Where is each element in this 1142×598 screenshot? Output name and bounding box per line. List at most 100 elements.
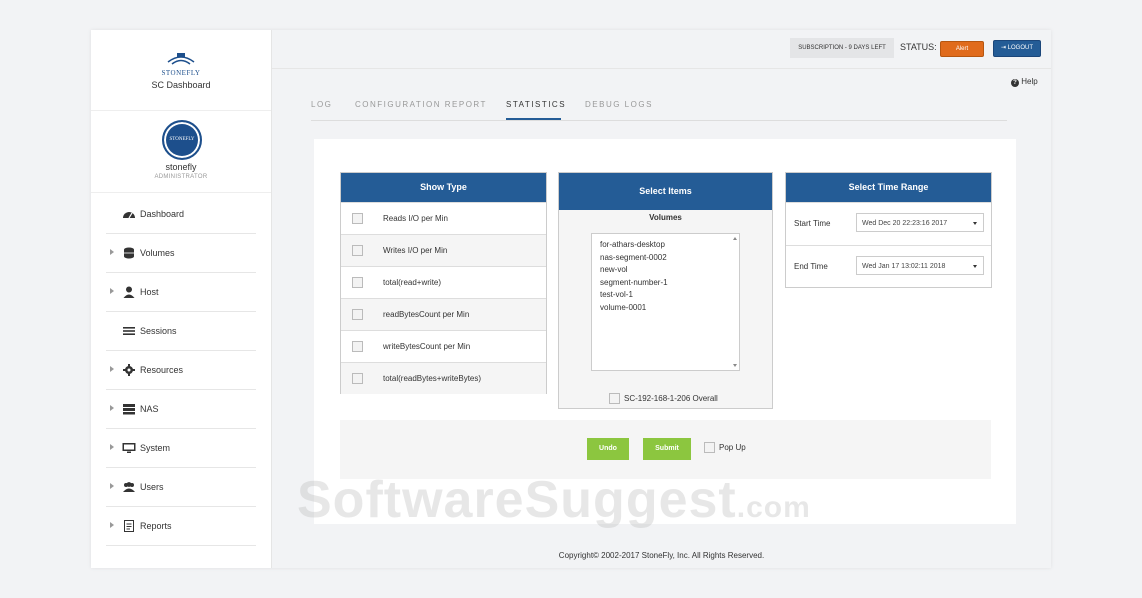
show-type-option[interactable]: Writes I/O per Min: [341, 234, 546, 266]
volume-option[interactable]: new-vol: [592, 264, 739, 277]
sidebar-item-resources[interactable]: Resources: [106, 351, 256, 390]
sidebar-item-volumes[interactable]: Volumes: [106, 234, 256, 273]
volumes-listbox[interactable]: for-athars-desktop nas-segment-0002 new-…: [591, 233, 740, 371]
end-time-label: End Time: [794, 262, 828, 271]
sidebar-item-sessions[interactable]: Sessions: [106, 312, 256, 351]
checkbox[interactable]: [352, 277, 363, 288]
checkbox[interactable]: [352, 373, 363, 384]
watermark: SoftwareSuggest.com: [297, 470, 811, 530]
show-type-option[interactable]: Reads I/O per Min: [341, 202, 546, 234]
sidebar-item-label: Users: [140, 482, 164, 492]
tab-debug-logs[interactable]: DEBUG LOGS: [585, 100, 653, 109]
submit-button[interactable]: Submit: [643, 438, 691, 460]
status-label: STATUS:: [900, 42, 937, 52]
sidebar-item-users[interactable]: Users: [106, 468, 256, 507]
show-type-list: Reads I/O per Min Writes I/O per Min tot…: [341, 202, 546, 394]
sidebar-item-label: Reports: [140, 521, 172, 531]
expand-arrow-icon[interactable]: [110, 405, 114, 411]
time-range-card: Select Time Range Start Time Wed Dec 20 …: [785, 172, 992, 288]
sidebar-item-reports[interactable]: Reports: [106, 507, 256, 546]
time-range-header: Select Time Range: [786, 173, 991, 202]
scroll-up-icon[interactable]: [733, 237, 737, 240]
expand-arrow-icon[interactable]: [110, 288, 114, 294]
popup-option[interactable]: Pop Up: [704, 442, 746, 453]
checkbox[interactable]: [352, 213, 363, 224]
sidebar: STONEFLY SC Dashboard STONEFLY stonefly …: [91, 30, 272, 568]
option-label: readBytesCount per Min: [383, 310, 470, 319]
sidebar-item-system[interactable]: System: [106, 429, 256, 468]
dashboard-icon: [123, 212, 135, 219]
show-type-option[interactable]: total(read+write): [341, 266, 546, 298]
select-items-card: Select Items Volumes for-athars-desktop …: [558, 172, 773, 409]
start-time-row: Start Time Wed Dec 20 22:23:16 2017: [786, 202, 991, 245]
user-icon: [123, 286, 135, 298]
checkbox[interactable]: [609, 393, 620, 404]
sidebar-item-label: Volumes: [140, 248, 175, 258]
option-label: writeBytesCount per Min: [383, 342, 471, 351]
expand-arrow-icon[interactable]: [110, 444, 114, 450]
scroll-down-icon[interactable]: [733, 364, 737, 367]
option-label: Reads I/O per Min: [383, 214, 448, 223]
logout-button[interactable]: ⇥ LOGOUT: [993, 40, 1041, 57]
show-type-option[interactable]: total(readBytes+writeBytes): [341, 362, 546, 394]
tab-statistics[interactable]: STATISTICS: [506, 100, 566, 109]
checkbox[interactable]: [352, 245, 363, 256]
end-time-row: End Time Wed Jan 17 13:02:11 2018: [786, 245, 991, 288]
sidebar-item-host[interactable]: Host: [106, 273, 256, 312]
undo-button[interactable]: Undo: [587, 438, 629, 460]
sidebar-item-label: System: [140, 443, 171, 453]
volumes-subheader: Volumes: [649, 213, 682, 222]
help-link[interactable]: ? Help: [1011, 77, 1038, 87]
logout-label: LOGOUT: [1007, 45, 1034, 51]
volume-option[interactable]: volume-0001: [592, 302, 739, 315]
checkbox[interactable]: [352, 341, 363, 352]
show-type-option[interactable]: writeBytesCount per Min: [341, 330, 546, 362]
start-time-label: Start Time: [794, 219, 831, 228]
sidebar-item-label: Dashboard: [140, 209, 185, 219]
monitor-icon: [122, 443, 136, 453]
option-label: total(readBytes+writeBytes): [383, 374, 482, 383]
watermark-text: SoftwareSuggest: [297, 471, 737, 529]
checkbox[interactable]: [352, 309, 363, 320]
expand-arrow-icon[interactable]: [110, 366, 114, 372]
checkbox[interactable]: [704, 442, 715, 453]
overall-label: SC-192-168-1-206 Overall: [624, 394, 718, 403]
help-label: Help: [1021, 77, 1038, 86]
server-icon: [123, 404, 135, 415]
tab-configuration-report[interactable]: CONFIGURATION REPORT: [355, 100, 487, 109]
sidebar-item-label: Host: [140, 287, 159, 297]
question-circle-icon: ?: [1011, 79, 1019, 87]
end-time-select[interactable]: Wed Jan 17 13:02:11 2018: [856, 256, 984, 275]
user-name: stonefly: [165, 162, 197, 172]
sidebar-item-dashboard[interactable]: Dashboard: [106, 195, 256, 234]
show-type-card: Show Type Reads I/O per Min Writes I/O p…: [340, 172, 547, 394]
avatar[interactable]: STONEFLY: [162, 120, 202, 160]
report-icon: [124, 520, 134, 532]
expand-arrow-icon[interactable]: [110, 249, 114, 255]
sidebar-item-label: Resources: [140, 365, 184, 375]
chevron-down-icon: [973, 265, 977, 268]
alert-button[interactable]: Alert: [940, 41, 984, 57]
footer-copyright: Copyright© 2002-2017 StoneFly, Inc. All …: [558, 551, 765, 560]
show-type-header: Show Type: [341, 173, 546, 202]
expand-arrow-icon[interactable]: [110, 483, 114, 489]
active-tab-indicator: [506, 118, 561, 120]
start-time-value: Wed Dec 20 22:23:16 2017: [862, 220, 948, 227]
volume-option[interactable]: segment-number-1: [592, 277, 739, 290]
overall-option[interactable]: SC-192-168-1-206 Overall: [609, 393, 718, 404]
volume-option[interactable]: test-vol-1: [592, 289, 739, 302]
watermark-suffix: .com: [736, 491, 811, 524]
brand-title: SC Dashboard: [151, 80, 211, 90]
volume-option[interactable]: for-athars-desktop: [592, 239, 739, 252]
tab-log[interactable]: LOG: [311, 100, 332, 109]
start-time-select[interactable]: Wed Dec 20 22:23:16 2017: [856, 213, 984, 232]
show-type-option[interactable]: readBytesCount per Min: [341, 298, 546, 330]
gear-icon: [123, 364, 135, 376]
volume-option[interactable]: nas-segment-0002: [592, 252, 739, 265]
user-role: ADMINISTRATOR: [154, 174, 208, 180]
sidebar-item-nas[interactable]: NAS: [106, 390, 256, 429]
expand-arrow-icon[interactable]: [110, 522, 114, 528]
brand-logo-text: STONEFLY: [161, 69, 201, 77]
tab-bar: LOG CONFIGURATION REPORT STATISTICS DEBU…: [311, 96, 1007, 121]
option-label: total(read+write): [383, 278, 442, 287]
